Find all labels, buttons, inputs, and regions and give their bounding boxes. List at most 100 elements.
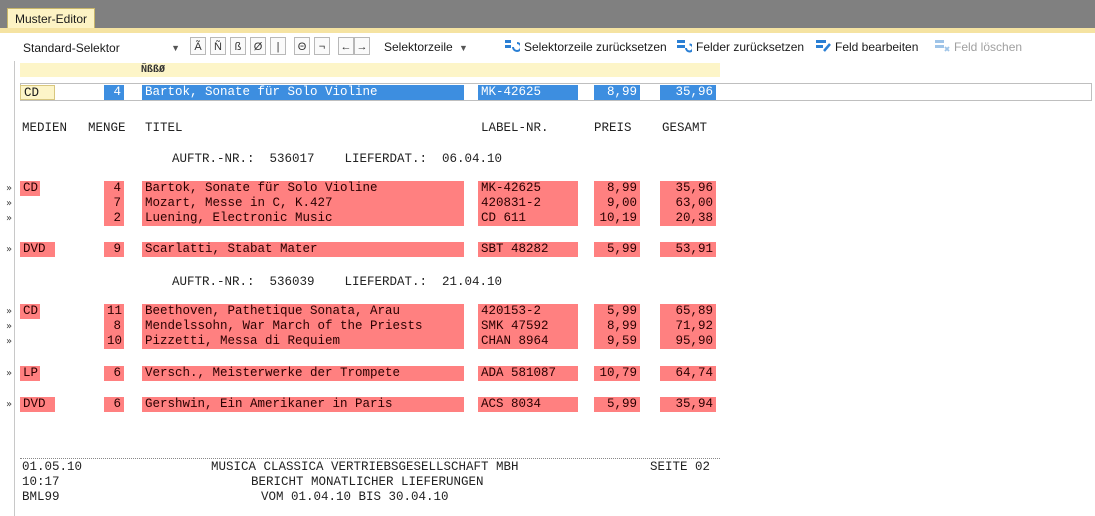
row-marker-icon: » <box>6 306 13 317</box>
char-button-eszett[interactable]: ß <box>230 37 246 55</box>
field-label[interactable]: CHAN 8964 <box>478 334 578 349</box>
field-title[interactable]: Gershwin, Ein Amerikaner in Paris <box>142 397 464 412</box>
selector-field-total[interactable]: 35,96 <box>660 85 716 100</box>
selector-dropdown[interactable]: Standard-Selektor ▼ <box>22 38 184 58</box>
footer-date: 01.05.10 <box>22 460 83 474</box>
char-button-theta[interactable]: Θ <box>294 37 310 55</box>
field-qty[interactable]: 7 <box>104 196 124 211</box>
column-header-qty: MENGE <box>88 121 126 135</box>
field-qty[interactable]: 6 <box>104 397 124 412</box>
row-marker-icon: » <box>6 399 13 410</box>
field-title[interactable]: Mozart, Messe in C, K.427 <box>142 196 464 211</box>
chevron-down-icon: ▼ <box>171 43 180 53</box>
field-price[interactable]: 10,79 <box>594 366 640 381</box>
field-qty[interactable]: 2 <box>104 211 124 226</box>
field-title[interactable]: Versch., Meisterwerke der Trompete <box>142 366 464 381</box>
field-price[interactable]: 5,99 <box>594 304 640 319</box>
toolbar: Standard-Selektor ▼ Ã Ñ ß Ø | Θ ¬ ← → Se… <box>0 33 1095 61</box>
field-price[interactable]: 9,59 <box>594 334 640 349</box>
footer-period: VOM 01.04.10 BIS 30.04.10 <box>261 490 449 504</box>
footer-code: BML99 <box>22 490 60 504</box>
page-break-line <box>20 458 720 459</box>
editor-canvas[interactable]: ÑßßØ CD 4 Bartok, Sonate für Solo Violin… <box>0 61 1095 516</box>
field-total[interactable]: 53,91 <box>660 242 716 257</box>
field-title[interactable]: Beethoven, Pathetique Sonata, Arau <box>142 304 464 319</box>
field-label[interactable]: 420153-2 <box>478 304 578 319</box>
field-title[interactable]: Pizzetti, Messa di Requiem <box>142 334 464 349</box>
field-media[interactable]: DVD <box>20 242 55 257</box>
nav-left-button[interactable]: ← <box>338 37 354 55</box>
column-header-media: MEDIEN <box>22 121 68 135</box>
selector-field-price[interactable]: 8,99 <box>594 85 640 100</box>
nav-right-button[interactable]: → <box>354 37 370 55</box>
reset-selektorzeile-label: Selektorzeile zurücksetzen <box>524 40 667 54</box>
delete-field-label: Feld löschen <box>954 40 1023 54</box>
tab-muster-editor[interactable]: Muster-Editor <box>7 8 96 28</box>
reset-selector-row-icon <box>505 40 520 52</box>
column-header-label: LABEL-NR. <box>481 121 549 135</box>
field-total[interactable]: 65,89 <box>660 304 716 319</box>
selector-field-media[interactable]: CD <box>20 85 55 100</box>
reset-fields-label: Felder zurücksetzen <box>696 40 805 54</box>
field-media[interactable]: DVD <box>20 397 55 412</box>
footer-time: 10:17 <box>22 475 60 489</box>
field-price[interactable]: 8,99 <box>594 319 640 334</box>
row-marker-icon: » <box>6 321 13 332</box>
field-qty[interactable]: 10 <box>104 334 124 349</box>
field-label[interactable]: MK-42625 <box>478 181 578 196</box>
char-button-pipe[interactable]: | <box>270 37 286 55</box>
char-button-a-tilde[interactable]: Ã <box>190 37 206 55</box>
field-label[interactable]: SBT 48282 <box>478 242 578 257</box>
selektorzeile-label: Selektorzeile <box>384 40 453 54</box>
char-button-n-tilde[interactable]: Ñ <box>210 37 226 55</box>
field-total[interactable]: 95,90 <box>660 334 716 349</box>
reset-fields-button[interactable]: Felder zurücksetzen <box>676 38 804 56</box>
field-price[interactable]: 5,99 <box>594 242 640 257</box>
field-media[interactable]: CD <box>20 181 40 196</box>
char-button-not[interactable]: ¬ <box>314 37 330 55</box>
selector-field-qty[interactable]: 4 <box>104 85 124 100</box>
field-qty[interactable]: 6 <box>104 366 124 381</box>
column-header-price: PREIS <box>594 121 632 135</box>
row-marker-icon: » <box>6 244 13 255</box>
field-price[interactable]: 5,99 <box>594 397 640 412</box>
edit-field-button[interactable]: Feld bearbeiten <box>815 38 918 56</box>
column-header-title: TITEL <box>145 121 183 135</box>
field-title[interactable]: Luening, Electronic Music <box>142 211 464 226</box>
field-total[interactable]: 71,92 <box>660 319 716 334</box>
field-total[interactable]: 20,38 <box>660 211 716 226</box>
field-qty[interactable]: 4 <box>104 181 124 196</box>
field-qty[interactable]: 11 <box>104 304 124 319</box>
field-label[interactable]: CD 611 <box>478 211 578 226</box>
selector-field-label[interactable]: MK-42625 <box>478 85 578 100</box>
field-title[interactable]: Scarlatti, Stabat Mater <box>142 242 464 257</box>
field-qty[interactable]: 8 <box>104 319 124 334</box>
field-price[interactable]: 8,99 <box>594 181 640 196</box>
field-label[interactable]: ADA 581087 <box>478 366 578 381</box>
field-media[interactable]: LP <box>20 366 40 381</box>
selector-field-title[interactable]: Bartok, Sonate für Solo Violine <box>142 85 464 100</box>
row-marker-icon: » <box>6 368 13 379</box>
field-total[interactable]: 63,00 <box>660 196 716 211</box>
field-price[interactable]: 10,19 <box>594 211 640 226</box>
field-total[interactable]: 64,74 <box>660 366 716 381</box>
delete-field-icon <box>935 40 950 52</box>
left-ruler <box>14 61 15 516</box>
field-title[interactable]: Bartok, Sonate für Solo Violine <box>142 181 464 196</box>
field-price[interactable]: 9,00 <box>594 196 640 211</box>
reset-selektorzeile-button[interactable]: Selektorzeile zurücksetzen <box>504 38 667 56</box>
selektorzeile-dropdown[interactable]: Selektorzeile ▼ <box>384 38 468 56</box>
field-media[interactable]: CD <box>20 304 40 319</box>
delete-field-button[interactable]: Feld löschen <box>934 38 1022 56</box>
row-marker-icon: » <box>6 183 13 194</box>
field-title[interactable]: Mendelssohn, War March of the Priests <box>142 319 464 334</box>
field-total[interactable]: 35,96 <box>660 181 716 196</box>
field-label[interactable]: 420831-2 <box>478 196 578 211</box>
field-label[interactable]: ACS 8034 <box>478 397 578 412</box>
selector-value: Standard-Selektor <box>23 41 120 55</box>
field-qty[interactable]: 9 <box>104 242 124 257</box>
field-label[interactable]: SMK 47592 <box>478 319 578 334</box>
char-button-o-slash[interactable]: Ø <box>250 37 266 55</box>
column-header-total: GESAMT <box>662 121 708 135</box>
field-total[interactable]: 35,94 <box>660 397 716 412</box>
